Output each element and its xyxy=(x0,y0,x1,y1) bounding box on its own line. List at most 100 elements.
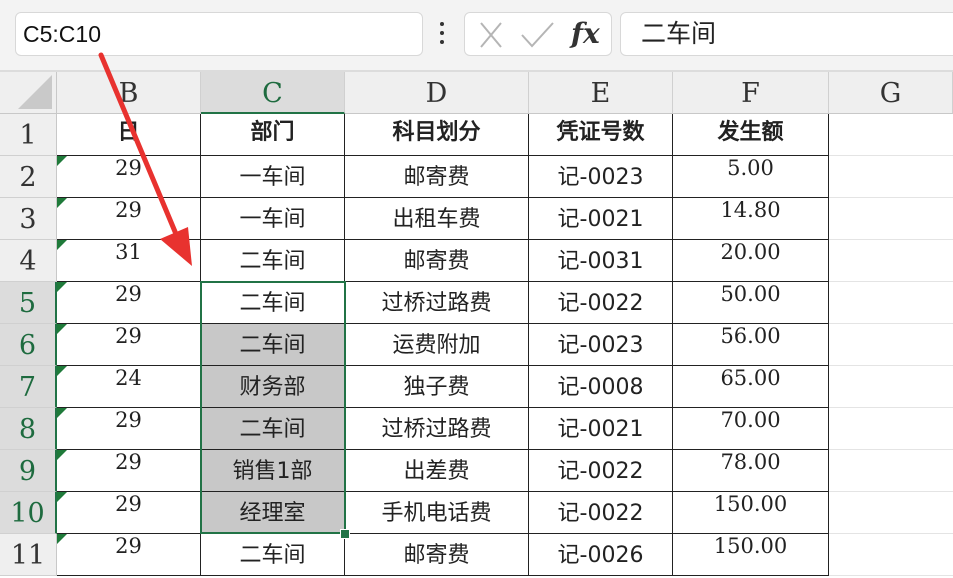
cell-b9[interactable]: 29 xyxy=(57,450,201,492)
cell-f3[interactable]: 14.80 xyxy=(673,198,829,240)
cell-f2[interactable]: 5.00 xyxy=(673,156,829,198)
cell-g1[interactable] xyxy=(829,114,953,156)
cell-g3[interactable] xyxy=(829,198,953,240)
cell-b6[interactable]: 29 xyxy=(57,324,201,366)
row-header-5[interactable]: 5 xyxy=(0,282,57,324)
cell-e8[interactable]: 记-0021 xyxy=(529,408,673,450)
column-header-b[interactable]: B xyxy=(57,72,201,114)
cell-b4[interactable]: 31 xyxy=(57,240,201,282)
column-header-g[interactable]: G xyxy=(829,72,953,114)
cell-c9[interactable]: 销售1部 xyxy=(201,450,345,492)
select-all-button[interactable] xyxy=(0,72,57,114)
cell-f5[interactable]: 50.00 xyxy=(673,282,829,324)
cell-e11[interactable]: 记-0026 xyxy=(529,534,673,576)
fill-handle[interactable] xyxy=(340,529,350,539)
cell-d8[interactable]: 过桥过路费 xyxy=(345,408,529,450)
cell-b11[interactable]: 29 xyxy=(57,534,201,576)
cell-f4[interactable]: 20.00 xyxy=(673,240,829,282)
cell-c5[interactable]: 二车间 xyxy=(201,282,345,324)
insert-function-button[interactable]: fx xyxy=(571,16,600,52)
cell-f9[interactable]: 78.00 xyxy=(673,450,829,492)
cell-b8[interactable]: 29 xyxy=(57,408,201,450)
number-as-text-flag-icon xyxy=(57,198,67,208)
cell-g2[interactable] xyxy=(829,156,953,198)
number-as-text-flag-icon xyxy=(57,366,67,376)
column-header-d[interactable]: D xyxy=(345,72,529,114)
cell-e5[interactable]: 记-0022 xyxy=(529,282,673,324)
cell-g7[interactable] xyxy=(829,366,953,408)
cell-d6[interactable]: 运费附加 xyxy=(345,324,529,366)
cell-f6[interactable]: 56.00 xyxy=(673,324,829,366)
number-as-text-flag-icon xyxy=(57,408,67,418)
cell-f8[interactable]: 70.00 xyxy=(673,408,829,450)
row-header-2[interactable]: 2 xyxy=(0,156,57,198)
close-icon[interactable] xyxy=(471,18,511,52)
cell-c4[interactable]: 二车间 xyxy=(201,240,345,282)
cell-e10[interactable]: 记-0022 xyxy=(529,492,673,534)
cell-e3[interactable]: 记-0021 xyxy=(529,198,673,240)
cell-f7[interactable]: 65.00 xyxy=(673,366,829,408)
row-header-3[interactable]: 3 xyxy=(0,198,57,240)
cell-c2[interactable]: 一车间 xyxy=(201,156,345,198)
cell-e7[interactable]: 记-0008 xyxy=(529,366,673,408)
cell-g11[interactable] xyxy=(829,534,953,576)
cell-b7[interactable]: 24 xyxy=(57,366,201,408)
cell-e4[interactable]: 记-0031 xyxy=(529,240,673,282)
cell-b10[interactable]: 29 xyxy=(57,492,201,534)
cell-c11[interactable]: 二车间 xyxy=(201,534,345,576)
cell-e2[interactable]: 记-0023 xyxy=(529,156,673,198)
formula-bar: C5:C10 fx 二车间 xyxy=(0,0,953,70)
cell-d4[interactable]: 邮寄费 xyxy=(345,240,529,282)
cell-b1[interactable]: 日 xyxy=(57,114,201,156)
row-header-11[interactable]: 11 xyxy=(0,534,57,576)
cell-g5[interactable] xyxy=(829,282,953,324)
cell-d10[interactable]: 手机电话费 xyxy=(345,492,529,534)
number-as-text-flag-icon xyxy=(57,534,67,544)
cell-c6[interactable]: 二车间 xyxy=(201,324,345,366)
cell-g9[interactable] xyxy=(829,450,953,492)
cell-b3[interactable]: 29 xyxy=(57,198,201,240)
cell-d2[interactable]: 邮寄费 xyxy=(345,156,529,198)
cell-g10[interactable] xyxy=(829,492,953,534)
formula-input[interactable]: 二车间 xyxy=(620,12,953,56)
cell-c1[interactable]: 部门 xyxy=(201,114,345,156)
row-header-10[interactable]: 10 xyxy=(0,492,57,534)
cell-e6[interactable]: 记-0023 xyxy=(529,324,673,366)
cell-f1[interactable]: 发生额 xyxy=(673,114,829,156)
row-header-1[interactable]: 1 xyxy=(0,114,57,156)
check-icon[interactable] xyxy=(517,18,557,52)
cell-b2[interactable]: 29 xyxy=(57,156,201,198)
number-as-text-flag-icon xyxy=(57,240,67,250)
cell-d1[interactable]: 科目划分 xyxy=(345,114,529,156)
cell-f11[interactable]: 150.00 xyxy=(673,534,829,576)
cell-d9[interactable]: 出差费 xyxy=(345,450,529,492)
number-as-text-flag-icon xyxy=(57,492,67,502)
row-header-6[interactable]: 6 xyxy=(0,324,57,366)
number-as-text-flag-icon xyxy=(57,450,67,460)
cell-g4[interactable] xyxy=(829,240,953,282)
cell-c7[interactable]: 财务部 xyxy=(201,366,345,408)
cell-b5[interactable]: 29 xyxy=(57,282,201,324)
number-as-text-flag-icon xyxy=(57,324,67,334)
row-header-9[interactable]: 9 xyxy=(0,450,57,492)
cell-c8[interactable]: 二车间 xyxy=(201,408,345,450)
cell-e9[interactable]: 记-0022 xyxy=(529,450,673,492)
cell-d3[interactable]: 出租车费 xyxy=(345,198,529,240)
cell-c3[interactable]: 一车间 xyxy=(201,198,345,240)
more-options-icon[interactable] xyxy=(437,22,447,50)
column-header-f[interactable]: F xyxy=(673,72,829,114)
row-header-4[interactable]: 4 xyxy=(0,240,57,282)
cell-f10[interactable]: 150.00 xyxy=(673,492,829,534)
row-header-8[interactable]: 8 xyxy=(0,408,57,450)
cell-c10[interactable]: 经理室 xyxy=(201,492,345,534)
cell-e1[interactable]: 凭证号数 xyxy=(529,114,673,156)
cell-d7[interactable]: 独子费 xyxy=(345,366,529,408)
cell-d11[interactable]: 邮寄费 xyxy=(345,534,529,576)
column-header-e[interactable]: E xyxy=(529,72,673,114)
row-header-7[interactable]: 7 xyxy=(0,366,57,408)
name-box[interactable]: C5:C10 xyxy=(15,12,423,56)
cell-g6[interactable] xyxy=(829,324,953,366)
cell-d5[interactable]: 过桥过路费 xyxy=(345,282,529,324)
cell-g8[interactable] xyxy=(829,408,953,450)
column-header-c[interactable]: C xyxy=(201,72,345,114)
